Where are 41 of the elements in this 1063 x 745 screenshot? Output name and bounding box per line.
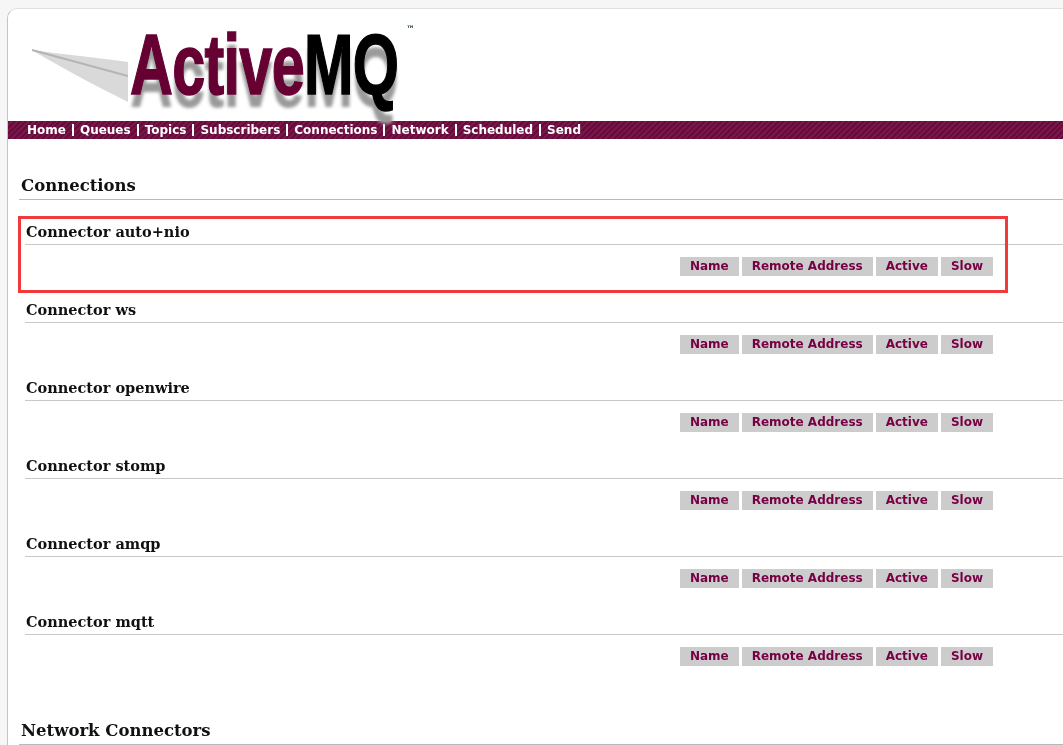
nav-link[interactable]: Topics [144, 121, 187, 139]
column-header: Slow [940, 257, 993, 276]
column-header: Remote Address [741, 569, 873, 588]
nav-link[interactable]: Subscribers [200, 121, 281, 139]
column-header: Active [875, 569, 938, 588]
column-header: Remote Address [741, 413, 873, 432]
nav-link[interactable]: Send [547, 121, 581, 139]
column-header: Remote Address [741, 257, 873, 276]
column-header: Slow [940, 569, 993, 588]
connector-heading: Connector ws [25, 301, 1063, 323]
connector-heading: Connector mqtt [25, 613, 1063, 635]
column-header: Remote Address [741, 491, 873, 510]
column-header: Remote Address [741, 335, 873, 354]
nav-link[interactable]: Scheduled [462, 121, 534, 139]
column-header: Active [875, 647, 938, 666]
column-header: Active [875, 335, 938, 354]
connector-heading: Connector amqp [25, 535, 1063, 557]
column-header: Name [679, 491, 739, 510]
column-header: Slow [940, 647, 993, 666]
column-header: Active [875, 413, 938, 432]
column-header: Slow [940, 491, 993, 510]
nav-link[interactable]: Network [391, 121, 449, 139]
column-header: Active [875, 257, 938, 276]
column-header: Name [679, 569, 739, 588]
column-header: Name [679, 647, 739, 666]
column-header: Active [875, 491, 938, 510]
column-header: Slow [940, 413, 993, 432]
nav-link[interactable]: Queues [79, 121, 131, 139]
connector-heading: Connector stomp [25, 457, 1063, 479]
connector-heading: Connector auto+nio [25, 223, 1063, 245]
nav-link[interactable]: Home [27, 121, 66, 139]
nav-link[interactable]: Connections [294, 121, 378, 139]
column-header: Name [679, 257, 739, 276]
column-header: Remote Address [741, 647, 873, 666]
column-header: Name [679, 335, 739, 354]
column-header: Slow [940, 335, 993, 354]
column-header: Name [679, 413, 739, 432]
section-heading: Network Connectors [19, 721, 1063, 745]
section-heading: Connections [19, 176, 1063, 200]
connector-heading: Connector openwire [25, 379, 1063, 401]
trademark-sign: ™ [406, 24, 415, 34]
